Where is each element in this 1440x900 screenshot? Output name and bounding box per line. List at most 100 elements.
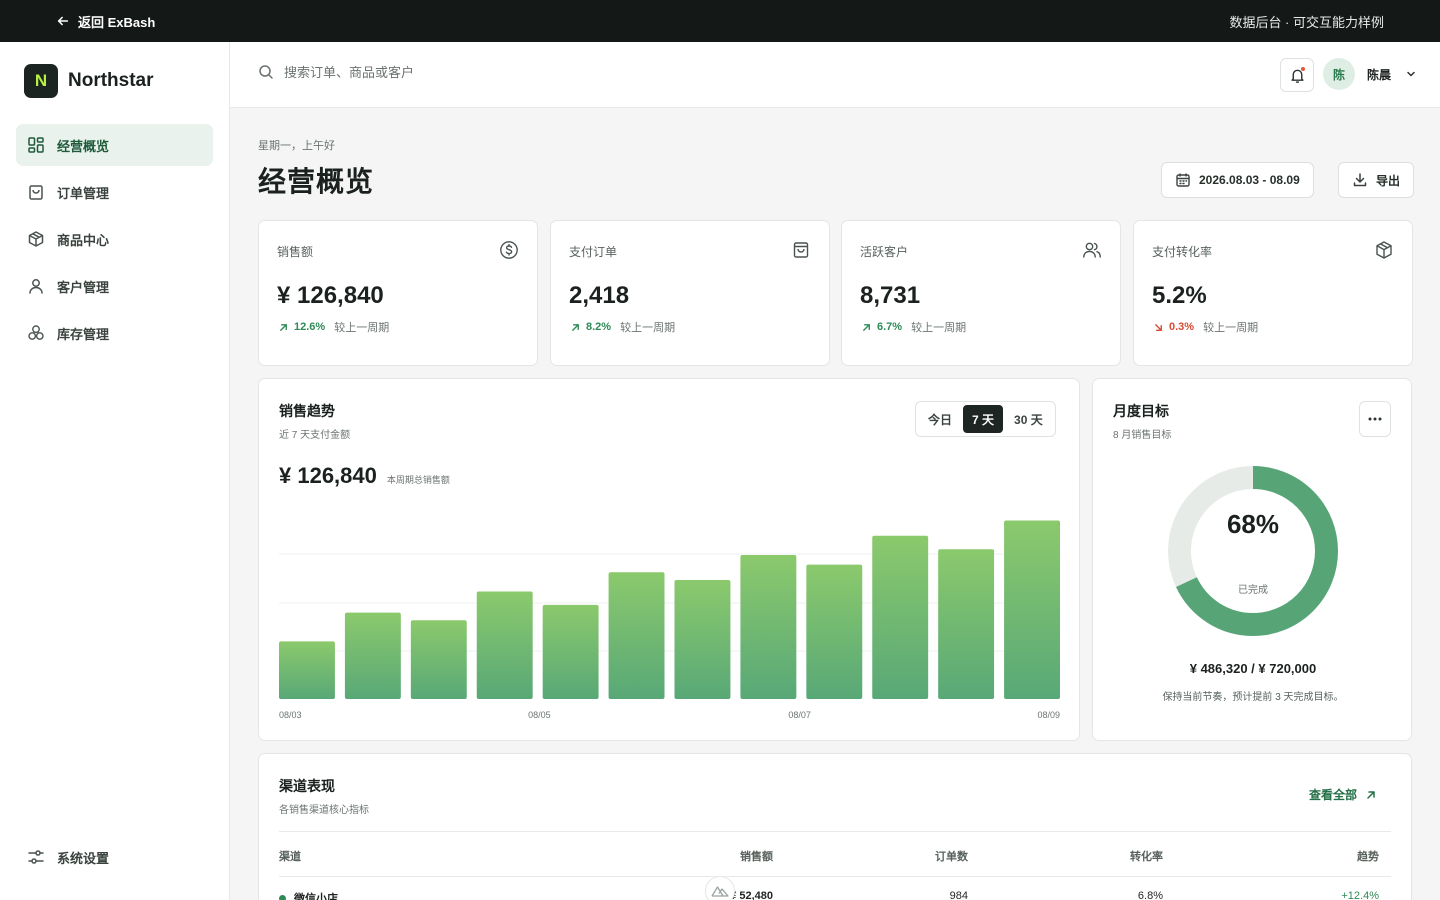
chart-bar[interactable] [410, 620, 467, 699]
greeting: 星期一，上午好 [258, 140, 335, 152]
package-icon [1376, 241, 1392, 259]
export-button[interactable]: 导出 [1338, 162, 1415, 198]
user-name: 陈晨 [1367, 67, 1392, 82]
kpi-card-customers: 活跃客户 8,731 6.7% 较上一周期 [841, 220, 1121, 366]
sales-cell: ¥ 52,480 [730, 890, 773, 900]
conversion-cell: 6.8% [1137, 890, 1163, 900]
view-all-link[interactable]: 查看全部 [1309, 786, 1377, 803]
user-menu[interactable]: 陈 陈晨 [1323, 58, 1417, 90]
more-horizontal-icon [1368, 417, 1382, 421]
sidebar: N Northstar 经营概览 订单管理 商品中心 客户管理 库存管理 系统设… [0, 42, 230, 900]
x-tick-label: 08/05 [528, 710, 551, 720]
x-tick-label: 08/07 [788, 710, 811, 720]
column-header-channel[interactable]: 渠道 [279, 848, 301, 864]
kpi-label: 销售额 [277, 245, 314, 259]
users-icon [1083, 242, 1101, 258]
table-row[interactable]: 微信小店 ¥ 52,480 984 6.8% +12.4% [279, 890, 1391, 900]
arrow-left-icon [57, 16, 69, 26]
search-bar [258, 64, 604, 80]
goal-progress-ring [1168, 466, 1338, 636]
search-icon [259, 65, 273, 79]
kpi-card-sales: 销售额 ¥ 126,840 12.6% 较上一周期 [258, 220, 538, 366]
card-subtitle: 8 月销售目标 [1113, 430, 1172, 441]
date-range-button[interactable]: 2026.08.03 - 08.09 [1161, 162, 1314, 198]
arrow-up-right-icon [863, 323, 870, 331]
kpi-delta-value: 0.3% [1169, 321, 1195, 333]
boxes-icon [28, 325, 44, 340]
download-icon [1353, 173, 1367, 187]
chart-bar[interactable] [344, 612, 401, 699]
goal-note: 保持当前节奏，预计提前 3 天完成目标。 [1162, 692, 1344, 703]
notifications-button[interactable] [1280, 58, 1314, 92]
chevron-down-icon [1407, 71, 1415, 77]
date-range-label: 2026.08.03 - 08.09 [1199, 173, 1300, 187]
sidebar-item-label: 商品中心 [57, 232, 110, 248]
avatar: 陈 [1323, 58, 1355, 90]
sidebar-item-customers[interactable]: 客户管理 [16, 265, 213, 307]
kpi-delta: 0.3% 较上一周期 [1153, 319, 1258, 335]
kpi-label: 支付转化率 [1152, 245, 1213, 259]
chart-bar[interactable] [740, 555, 797, 699]
view-all-label: 查看全部 [1309, 788, 1358, 802]
sidebar-item-label: 库存管理 [57, 326, 110, 342]
kpi-delta: 8.2% 较上一周期 [570, 319, 675, 335]
dashboard-icon [28, 137, 44, 153]
kpi-value: 5.2% [1152, 282, 1207, 309]
chart-bar[interactable] [806, 564, 863, 699]
export-label: 导出 [1376, 173, 1401, 188]
chart-bar[interactable] [279, 641, 335, 699]
monthly-goal-card: 月度目标 8 月销售目标 68% 已完成 ¥ 486,320 / ¥ 720,0… [1092, 378, 1412, 741]
kpi-delta-value: 6.7% [877, 321, 903, 333]
topbar-note: 数据后台 · 可交互能力样例 [1229, 14, 1384, 30]
shopping-bag-icon [793, 242, 809, 258]
column-header-trend[interactable]: 趋势 [1357, 848, 1379, 864]
back-to-exbash-link[interactable]: 返回 ExBash [56, 12, 155, 31]
kpi-label: 支付订单 [569, 245, 618, 259]
kpi-delta-label: 较上一周期 [911, 322, 967, 334]
chart-bar[interactable] [674, 579, 731, 699]
chart-bar[interactable] [872, 535, 929, 699]
sidebar-item-label: 订单管理 [57, 185, 110, 201]
sidebar-item-inventory[interactable]: 库存管理 [16, 312, 213, 354]
goal-done-label: 已完成 [1238, 585, 1268, 596]
chart-bar[interactable] [608, 572, 665, 699]
x-tick-label: 08/03 [279, 710, 302, 720]
page-title: 经营概览 [258, 166, 375, 197]
sidebar-item-label: 系统设置 [57, 850, 110, 866]
sidebar-item-products[interactable]: 商品中心 [16, 218, 213, 260]
sidebar-nav: 经营概览 订单管理 商品中心 客户管理 库存管理 [16, 124, 213, 359]
mountain-logo-icon [711, 886, 729, 897]
chart-bar[interactable] [542, 604, 599, 699]
kpi-delta-value: 8.2% [586, 321, 612, 333]
kpi-delta: 6.7% 较上一周期 [861, 319, 966, 335]
brand[interactable]: N Northstar [24, 64, 154, 98]
sidebar-item-label: 经营概览 [57, 138, 110, 154]
trend-cell: +12.4% [1341, 890, 1379, 900]
arrow-up-right-icon [1367, 790, 1375, 799]
kpi-delta: 12.6% 较上一周期 [278, 319, 389, 335]
chart-bar[interactable] [476, 591, 533, 699]
chart-bar[interactable] [938, 549, 995, 699]
search-input[interactable] [284, 64, 604, 80]
column-header-conversion[interactable]: 转化率 [1130, 848, 1163, 864]
column-header-orders[interactable]: 订单数 [935, 848, 968, 864]
notification-dot [1300, 66, 1306, 72]
kpi-label: 活跃客户 [860, 245, 909, 259]
shopping-bag-icon [29, 185, 43, 200]
kpi-delta-label: 较上一周期 [620, 322, 676, 334]
kpi-card-conversion: 支付转化率 5.2% 0.3% 较上一周期 [1133, 220, 1413, 366]
chart-bar[interactable] [1004, 520, 1060, 699]
sliders-icon [28, 850, 44, 864]
sidebar-item-overview[interactable]: 经营概览 [16, 124, 213, 166]
sidebar-item-label: 客户管理 [57, 279, 110, 295]
goal-amount: ¥ 486,320 / ¥ 720,000 [1189, 661, 1317, 676]
sidebar-item-settings[interactable]: 系统设置 [16, 836, 213, 878]
more-options-button[interactable] [1359, 401, 1391, 437]
column-header-sales[interactable]: 销售额 [740, 848, 773, 864]
brand-logo: N [24, 64, 58, 98]
sidebar-item-orders[interactable]: 订单管理 [16, 171, 213, 213]
floating-logo-badge[interactable] [705, 876, 735, 900]
table-divider [279, 831, 1391, 832]
channel-name: 微信小店 [294, 893, 338, 900]
sales-trend-card: 销售趋势 近 7 天支付金额 今日 7 天 30 天 ¥ 126,840 本周期… [258, 378, 1080, 741]
